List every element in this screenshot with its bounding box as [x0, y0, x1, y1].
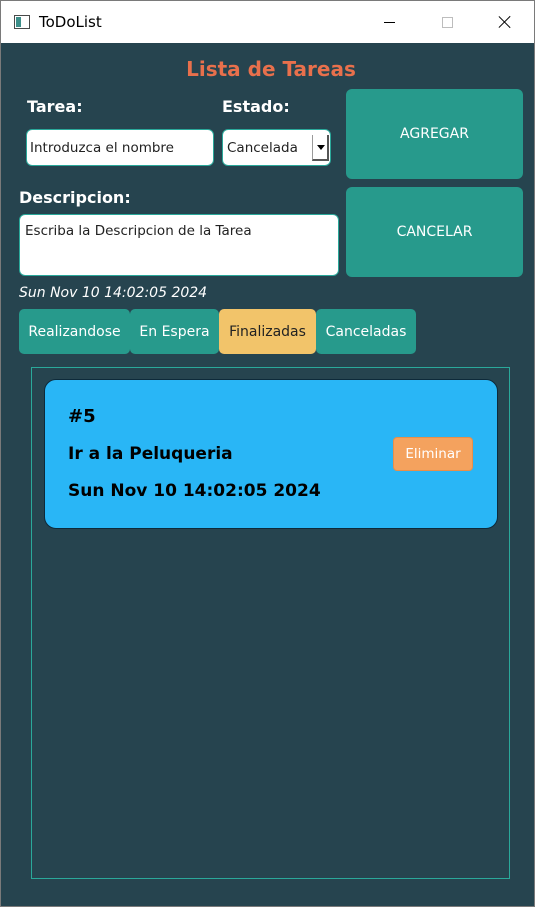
close-icon — [498, 15, 512, 29]
page-title: Lista de Tareas — [186, 57, 356, 81]
description-label: Descripcion: — [19, 188, 131, 207]
add-button[interactable]: AGREGAR — [346, 89, 523, 179]
delete-task-button[interactable]: Eliminar — [393, 437, 473, 471]
status-dropdown-button[interactable] — [312, 135, 329, 161]
task-name: Ir a la Peluqueria — [68, 444, 233, 464]
app-window-icon — [14, 15, 30, 29]
task-label: Tarea: — [27, 97, 83, 116]
minimize-icon — [383, 21, 395, 23]
minimize-button[interactable] — [360, 1, 418, 43]
app-window: ToDoList Lista de Tareas Tarea: Estado: … — [0, 0, 535, 907]
tab-canceladas[interactable]: Canceladas — [316, 309, 416, 354]
chevron-down-icon — [317, 145, 325, 150]
status-select[interactable]: Cancelada — [222, 129, 331, 166]
task-card: #5 Ir a la Peluqueria Sun Nov 10 14:02:0… — [44, 379, 498, 529]
task-date: Sun Nov 10 14:02:05 2024 — [68, 481, 321, 501]
tab-finalizadas[interactable]: Finalizadas — [219, 309, 316, 354]
current-datetime: Sun Nov 10 14:02:05 2024 — [19, 285, 208, 301]
task-id: #5 — [68, 406, 96, 427]
tab-realizandose[interactable]: Realizandose — [19, 309, 130, 354]
title-bar: ToDoList — [1, 1, 534, 43]
description-input[interactable] — [19, 214, 339, 276]
tab-en-espera[interactable]: En Espera — [130, 309, 219, 354]
status-selected-value: Cancelada — [227, 140, 298, 156]
close-button[interactable] — [476, 1, 534, 43]
task-name-input[interactable] — [26, 129, 214, 166]
window-title: ToDoList — [39, 13, 102, 31]
maximize-icon — [441, 16, 453, 28]
maximize-button[interactable] — [418, 1, 476, 43]
cancel-button[interactable]: CANCELAR — [346, 187, 523, 277]
status-label: Estado: — [222, 97, 290, 116]
